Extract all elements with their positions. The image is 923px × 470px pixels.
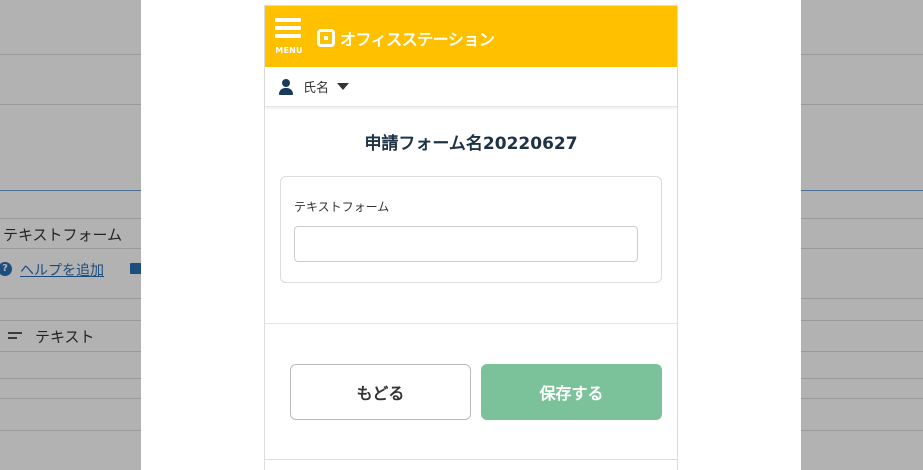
user-name: 氏名 bbox=[303, 81, 330, 96]
menu-label: MENU bbox=[275, 46, 303, 55]
text-input[interactable] bbox=[294, 226, 638, 262]
divider bbox=[265, 323, 677, 324]
user-icon bbox=[279, 78, 293, 95]
app-header: MENU オフィスステーション bbox=[265, 6, 677, 67]
mobile-preview: MENU オフィスステーション 氏名 申請フォーム名20220627 テキストフ… bbox=[264, 5, 678, 470]
form-title: 申請フォーム名20220627 bbox=[364, 134, 578, 154]
save-button[interactable]: 保存する bbox=[481, 364, 662, 420]
user-menu[interactable]: 氏名 bbox=[265, 67, 677, 107]
caret-down-icon bbox=[337, 83, 350, 90]
hamburger-icon bbox=[275, 18, 301, 22]
back-button[interactable]: もどる bbox=[290, 364, 471, 420]
app-logo: オフィスステーション bbox=[317, 26, 495, 50]
divider bbox=[265, 459, 677, 460]
hamburger-icon bbox=[275, 26, 301, 30]
hamburger-icon bbox=[275, 34, 301, 38]
logo-icon bbox=[317, 29, 335, 47]
field-label: テキストフォーム bbox=[294, 200, 390, 214]
form-field-card: テキストフォーム bbox=[280, 176, 662, 283]
menu-button[interactable]: MENU bbox=[273, 18, 303, 56]
logo-text: オフィスステーション bbox=[340, 30, 495, 49]
